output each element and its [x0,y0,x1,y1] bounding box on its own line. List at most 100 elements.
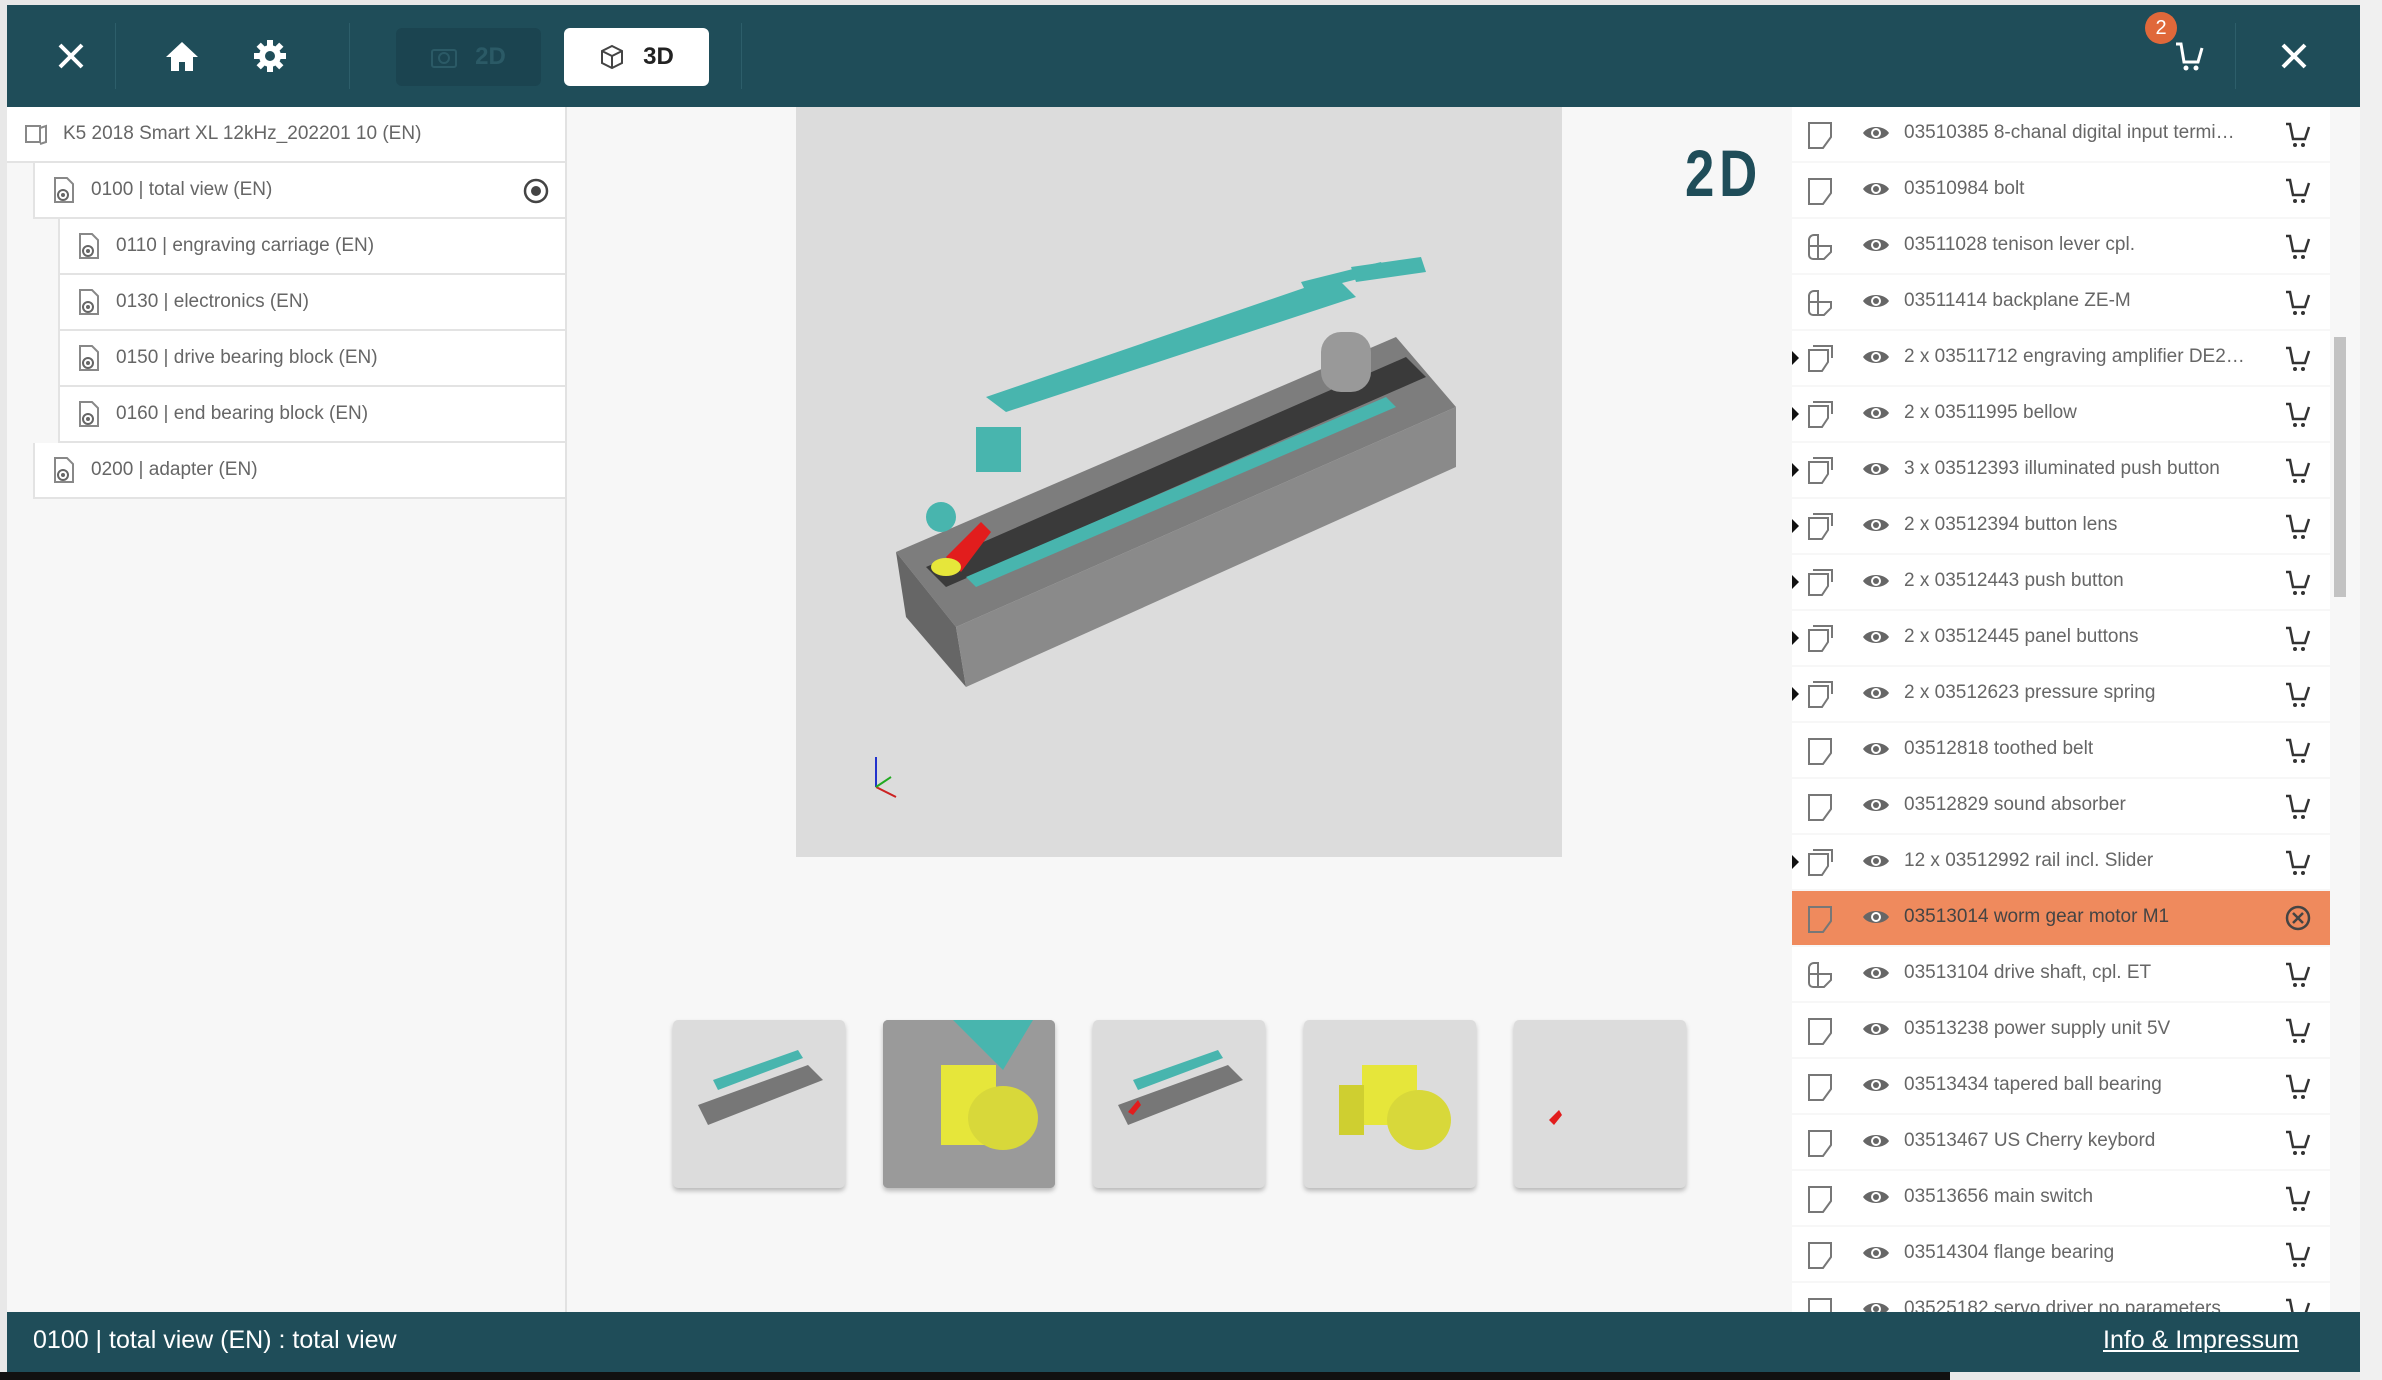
part-label: 03513014 worm gear motor M1 [1904,906,2170,927]
eye-icon[interactable] [1862,1075,1890,1095]
eye-icon[interactable] [1862,291,1890,311]
add-to-cart-icon[interactable] [2284,456,2312,484]
add-to-cart-icon[interactable] [2284,400,2312,428]
expand-arrow-icon[interactable] [1792,687,1799,701]
eye-icon[interactable] [1862,627,1890,647]
eye-icon[interactable] [1862,795,1890,815]
part-row[interactable]: 03513467 US Cherry keybord [1792,1115,2330,1169]
mode-2d-button[interactable]: 2D [396,28,541,86]
eye-icon[interactable] [1862,851,1890,871]
add-to-cart-icon[interactable] [2284,1016,2312,1044]
eye-icon[interactable] [1862,1187,1890,1207]
thumbnail-1[interactable] [673,1020,845,1188]
remove-from-cart-icon[interactable] [2284,904,2312,932]
thumbnail-2[interactable] [883,1020,1055,1188]
part-row[interactable]: 03510385 8-chanal digital input termi… [1792,107,2330,161]
part-row[interactable]: 03513656 main switch [1792,1171,2330,1225]
eye-icon[interactable] [1862,235,1890,255]
part-row[interactable]: 03511028 tenison lever cpl. [1792,219,2330,273]
tree-root[interactable]: K5 2018 Smart XL 12kHz_202201 10 (EN) [7,107,565,163]
eye-icon[interactable] [1862,683,1890,703]
eye-icon[interactable] [1862,571,1890,591]
tree-item[interactable]: 0130 | electronics (EN) [58,275,565,331]
radio-selected-icon[interactable] [523,178,549,204]
eye-icon[interactable] [1862,347,1890,367]
multi-part-icon [1808,345,1833,372]
eye-icon[interactable] [1862,1243,1890,1263]
page-scrollbar[interactable] [2360,0,2382,1380]
scrollbar-thumb[interactable] [2334,337,2346,597]
add-to-cart-icon[interactable] [2284,624,2312,652]
tree-item[interactable]: 0150 | drive bearing block (EN) [58,331,565,387]
part-row[interactable]: 2 x 03511712 engraving amplifier DE2… [1792,331,2330,385]
part-row[interactable]: 03512829 sound absorber [1792,779,2330,833]
part-row[interactable]: 03513104 drive shaft, cpl. ET [1792,947,2330,1001]
part-row[interactable]: 2 x 03512445 panel buttons [1792,611,2330,665]
eye-icon[interactable] [1862,459,1890,479]
tree-item[interactable]: 0110 | engraving carriage (EN) [58,219,565,275]
part-row[interactable]: 2 x 03512394 button lens [1792,499,2330,553]
add-to-cart-icon[interactable] [2284,1240,2312,1268]
part-row-selected[interactable]: 03513014 worm gear motor M1 [1792,891,2330,945]
settings-button[interactable] [241,27,299,85]
3d-viewer-canvas[interactable] [796,107,1562,857]
expand-arrow-icon[interactable] [1792,407,1799,421]
eye-icon[interactable] [1862,179,1890,199]
tree-item[interactable]: 0100 | total view (EN) [33,163,565,219]
expand-arrow-icon[interactable] [1792,575,1799,589]
part-row[interactable]: 03514304 flange bearing [1792,1227,2330,1281]
add-to-cart-icon[interactable] [2284,568,2312,596]
expand-arrow-icon[interactable] [1792,519,1799,533]
add-to-cart-icon[interactable] [2284,120,2312,148]
part-row[interactable]: 2 x 03511995 bellow [1792,387,2330,441]
add-to-cart-icon[interactable] [2284,512,2312,540]
part-row[interactable]: 2 x 03512623 pressure spring [1792,667,2330,721]
taskbar-strip [0,1372,1950,1380]
part-row[interactable]: 3 x 03512393 illuminated push button [1792,443,2330,497]
tree-item-label: 0100 | total view (EN) [91,179,273,200]
expand-arrow-icon[interactable] [1792,631,1799,645]
add-to-cart-icon[interactable] [2284,176,2312,204]
eye-icon[interactable] [1862,123,1890,143]
parts-list-scrollbar[interactable] [2330,107,2350,1317]
add-to-cart-icon[interactable] [2284,232,2312,260]
expand-arrow-icon[interactable] [1792,855,1799,869]
part-row[interactable]: 03513238 power supply unit 5V [1792,1003,2330,1057]
add-to-cart-icon[interactable] [2284,848,2312,876]
add-to-cart-icon[interactable] [2284,1072,2312,1100]
mode-3d-button[interactable]: 3D [564,28,709,86]
eye-icon[interactable] [1862,907,1890,927]
add-to-cart-icon[interactable] [2284,960,2312,988]
close-viewer-button[interactable] [2265,27,2323,85]
document-view-icon [79,345,99,371]
part-row[interactable]: 03513434 tapered ball bearing [1792,1059,2330,1113]
add-to-cart-icon[interactable] [2284,680,2312,708]
part-row[interactable]: 03510984 bolt [1792,163,2330,217]
add-to-cart-icon[interactable] [2284,1184,2312,1212]
thumbnail-4[interactable] [1304,1020,1476,1188]
eye-icon[interactable] [1862,515,1890,535]
add-to-cart-icon[interactable] [2284,736,2312,764]
add-to-cart-icon[interactable] [2284,1128,2312,1156]
eye-icon[interactable] [1862,963,1890,983]
info-impressum-link[interactable]: Info & Impressum [2103,1326,2299,1355]
eye-icon[interactable] [1862,1131,1890,1151]
add-to-cart-icon[interactable] [2284,344,2312,372]
part-row[interactable]: 2 x 03512443 push button [1792,555,2330,609]
close-app-button[interactable] [42,27,100,85]
add-to-cart-icon[interactable] [2284,792,2312,820]
part-row[interactable]: 03512818 toothed belt [1792,723,2330,777]
add-to-cart-icon[interactable] [2284,288,2312,316]
part-row[interactable]: 03511414 backplane ZE-M [1792,275,2330,329]
eye-icon[interactable] [1862,739,1890,759]
thumbnail-5[interactable] [1514,1020,1686,1188]
home-button[interactable] [153,27,211,85]
tree-item[interactable]: 0200 | adapter (EN) [33,443,565,499]
eye-icon[interactable] [1862,1019,1890,1039]
expand-arrow-icon[interactable] [1792,351,1799,365]
part-row[interactable]: 12 x 03512992 rail incl. Slider [1792,835,2330,889]
expand-arrow-icon[interactable] [1792,463,1799,477]
thumbnail-3[interactable] [1093,1020,1265,1188]
tree-item[interactable]: 0160 | end bearing block (EN) [58,387,565,443]
eye-icon[interactable] [1862,403,1890,423]
